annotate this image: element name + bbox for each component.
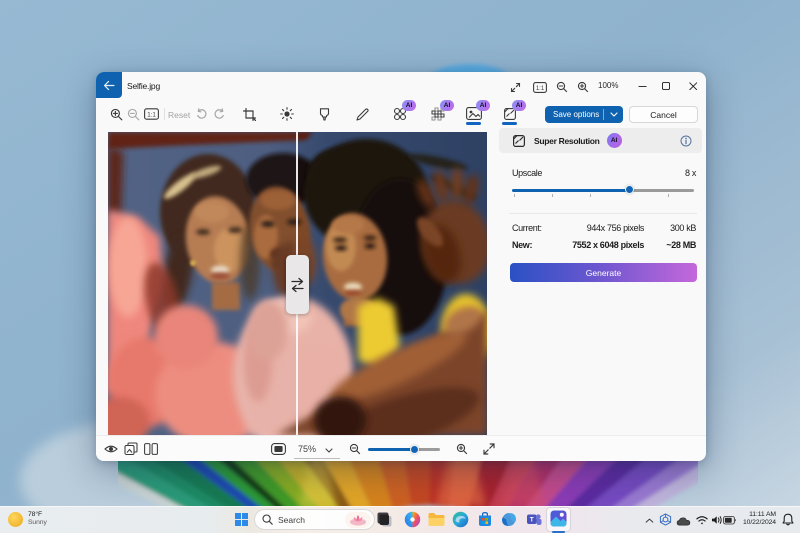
svg-text:T: T xyxy=(530,517,534,524)
svg-text:1:1: 1:1 xyxy=(147,112,156,119)
svg-text:1:1: 1:1 xyxy=(535,85,544,91)
